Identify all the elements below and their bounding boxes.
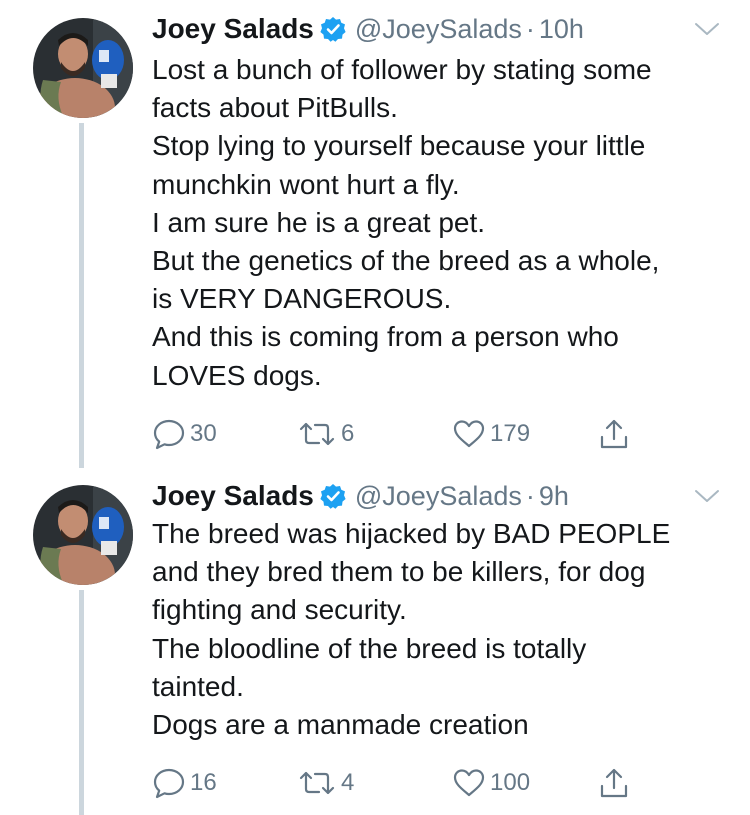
tweet[interactable]: Joey Salads @JoeySalads · 9h The breed w… xyxy=(0,476,750,815)
user-handle[interactable]: @JoeySalads xyxy=(355,14,522,45)
separator-dot: · xyxy=(525,480,535,511)
tweet[interactable]: Joey Salads @JoeySalads · 10h Lost a bun… xyxy=(0,9,750,469)
share-button[interactable] xyxy=(597,414,631,454)
tweet-text-line: The breed was hijacked by BAD PEOPLE xyxy=(152,518,671,549)
tweet-text-line: Dogs are a manmade creation xyxy=(152,709,529,741)
tweet-text-line: LOVES dogs. xyxy=(152,359,322,391)
tweet-header: Joey Salads @JoeySalads · 10h xyxy=(152,9,584,49)
tweet-text-line: facts about PitBulls. xyxy=(152,92,398,124)
display-name[interactable]: Joey Salads xyxy=(152,13,314,45)
reply-count: 16 xyxy=(190,769,217,796)
timestamp[interactable]: 9h xyxy=(539,481,569,512)
retweet-icon xyxy=(297,419,337,449)
tweet-text-line: fighting and security. xyxy=(152,594,407,626)
tweet-actions: 16 4 100 xyxy=(152,763,652,803)
tweet-text-line: is VERY DANGEROUS. xyxy=(152,283,452,315)
tweet-text-line: munchkin wont hurt a fly. xyxy=(152,168,460,200)
share-button[interactable] xyxy=(597,763,631,803)
reply-icon xyxy=(152,767,186,799)
heart-icon xyxy=(452,767,486,799)
avatar-photo xyxy=(33,18,133,118)
avatar[interactable] xyxy=(33,485,133,585)
reply-button[interactable]: 16 xyxy=(152,763,217,803)
user-handle[interactable]: @JoeySalads xyxy=(355,481,522,512)
tweet-text-line: And this is coming from a person who xyxy=(152,321,619,353)
timestamp[interactable]: 10h xyxy=(539,14,584,45)
retweet-count: 4 xyxy=(341,769,355,796)
tweet-text-line: I am sure he is a great pet. xyxy=(152,206,486,238)
tweet-actions: 30 6 179 xyxy=(152,414,652,454)
avatar[interactable] xyxy=(33,18,133,118)
retweet-button[interactable]: 4 xyxy=(297,763,354,803)
tweet-header: Joey Salads @JoeySalads · 9h xyxy=(152,476,569,516)
retweet-button[interactable]: 6 xyxy=(297,414,354,454)
chevron-down-icon[interactable] xyxy=(692,486,722,506)
verified-badge-icon xyxy=(320,483,346,509)
like-count: 100 xyxy=(490,769,531,796)
display-name[interactable]: Joey Salads xyxy=(152,480,314,512)
like-button[interactable]: 100 xyxy=(452,763,530,803)
chevron-down-icon[interactable] xyxy=(692,19,722,39)
tweet-text-line: The bloodline of the breed is totally xyxy=(152,632,587,664)
tweet-text-line: Stop lying to yourself because your litt… xyxy=(152,130,646,162)
separator-dot: · xyxy=(525,13,535,44)
tweet-text: Lost a bunch of follower by stating some… xyxy=(152,51,732,395)
tweet-text: The breed was hijacked by BAD PEOPLE and… xyxy=(152,515,732,744)
reply-count: 30 xyxy=(190,420,217,447)
share-icon xyxy=(597,766,631,800)
like-count: 179 xyxy=(490,420,531,447)
reply-button[interactable]: 30 xyxy=(152,414,217,454)
verified-badge-icon xyxy=(320,16,346,42)
reply-icon xyxy=(152,418,186,450)
like-button[interactable]: 179 xyxy=(452,414,530,454)
avatar-photo xyxy=(33,485,133,585)
retweet-count: 6 xyxy=(341,420,355,447)
tweet-text-line: But the genetics of the breed as a whole… xyxy=(152,245,660,277)
tweet-text-line: tainted. xyxy=(152,670,244,702)
tweet-text-line: Lost a bunch of follower by stating some xyxy=(152,54,652,85)
retweet-icon xyxy=(297,768,337,798)
tweet-text-line: and they bred them to be killers, for do… xyxy=(152,556,646,588)
heart-icon xyxy=(452,418,486,450)
share-icon xyxy=(597,417,631,451)
